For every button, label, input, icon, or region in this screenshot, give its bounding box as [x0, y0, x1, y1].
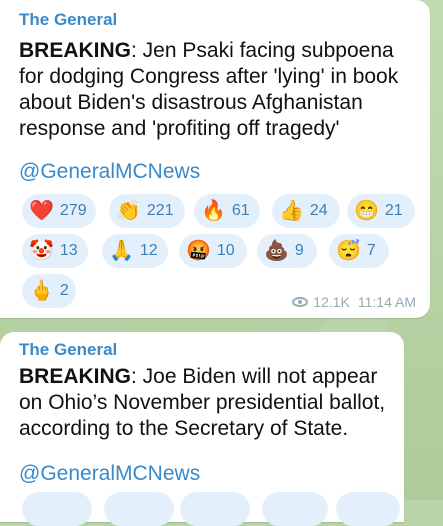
message-meta: 12.1K 11:14 AM — [292, 294, 416, 310]
reaction-grin[interactable]: 😁 21 — [347, 194, 415, 228]
reaction-clown[interactable]: 🤡 13 — [22, 234, 88, 268]
message-time: 11:14 AM — [357, 294, 416, 310]
clapping-hands-icon: 👏 — [116, 200, 141, 222]
thumbs-up-icon: 👍 — [279, 200, 304, 222]
reaction-poop[interactable]: 💩 9 — [257, 234, 317, 268]
channel-handle-link[interactable]: @GeneralMCNews — [19, 462, 200, 486]
cursing-face-icon: 🤬 — [186, 240, 211, 262]
reaction-fire[interactable]: 🔥 61 — [194, 194, 260, 228]
eye-icon — [292, 297, 309, 307]
reaction-count: 279 — [59, 202, 87, 219]
pile-of-poo-icon: 💩 — [264, 240, 289, 262]
reaction-partial[interactable] — [336, 492, 400, 526]
reaction-count: 24 — [309, 202, 328, 219]
sleeping-face-icon: 😴 — [336, 240, 361, 262]
message-text: BREAKING: Joe Biden will not appear on O… — [19, 364, 389, 442]
fire-icon: 🔥 — [201, 200, 226, 222]
folded-hands-icon: 🙏 — [109, 240, 134, 262]
reaction-heart[interactable]: ❤️ 279 — [22, 194, 96, 228]
reaction-count: 221 — [146, 202, 174, 219]
breaking-label: BREAKING — [19, 39, 132, 62]
message-bubble[interactable]: The General BREAKING: Jen Psaki facing s… — [0, 0, 430, 318]
reaction-count: 21 — [384, 202, 403, 219]
reaction-sleeping[interactable]: 😴 7 — [329, 234, 389, 268]
reaction-cursing[interactable]: 🤬 10 — [179, 234, 247, 268]
sender-name[interactable]: The General — [19, 10, 117, 30]
reaction-count: 9 — [294, 242, 304, 259]
reaction-partial[interactable] — [180, 492, 250, 526]
reaction-count: 13 — [59, 242, 78, 259]
reaction-thumbs-up[interactable]: 👍 24 — [272, 194, 340, 228]
channel-handle-link[interactable]: @GeneralMCNews — [19, 160, 200, 184]
clown-face-icon: 🤡 — [29, 240, 54, 262]
grinning-face-icon: 😁 — [354, 200, 379, 222]
reaction-partial[interactable] — [262, 492, 328, 526]
reaction-partial[interactable] — [104, 492, 174, 526]
breaking-label: BREAKING — [19, 365, 132, 388]
reactions-bar: ❤️ 279 👏 221 🔥 61 👍 24 😁 21 🤡 13 🙏 12 � — [17, 194, 427, 308]
reaction-count: 10 — [216, 242, 235, 259]
reaction-count: 61 — [231, 202, 250, 219]
reaction-clap[interactable]: 👏 221 — [109, 194, 185, 228]
sender-name[interactable]: The General — [19, 340, 117, 360]
reaction-middle-finger[interactable]: 🖕 2 — [22, 274, 76, 308]
reaction-count: 12 — [139, 242, 158, 259]
reaction-count: 2 — [59, 282, 69, 299]
reaction-pray[interactable]: 🙏 12 — [102, 234, 168, 268]
reaction-count: 7 — [366, 242, 376, 259]
reaction-partial[interactable] — [22, 492, 92, 526]
middle-finger-icon: 🖕 — [29, 280, 54, 302]
message-text: BREAKING: Jen Psaki facing subpoena for … — [19, 38, 419, 142]
heart-icon: ❤️ — [29, 200, 54, 222]
view-count: 12.1K — [313, 294, 350, 310]
